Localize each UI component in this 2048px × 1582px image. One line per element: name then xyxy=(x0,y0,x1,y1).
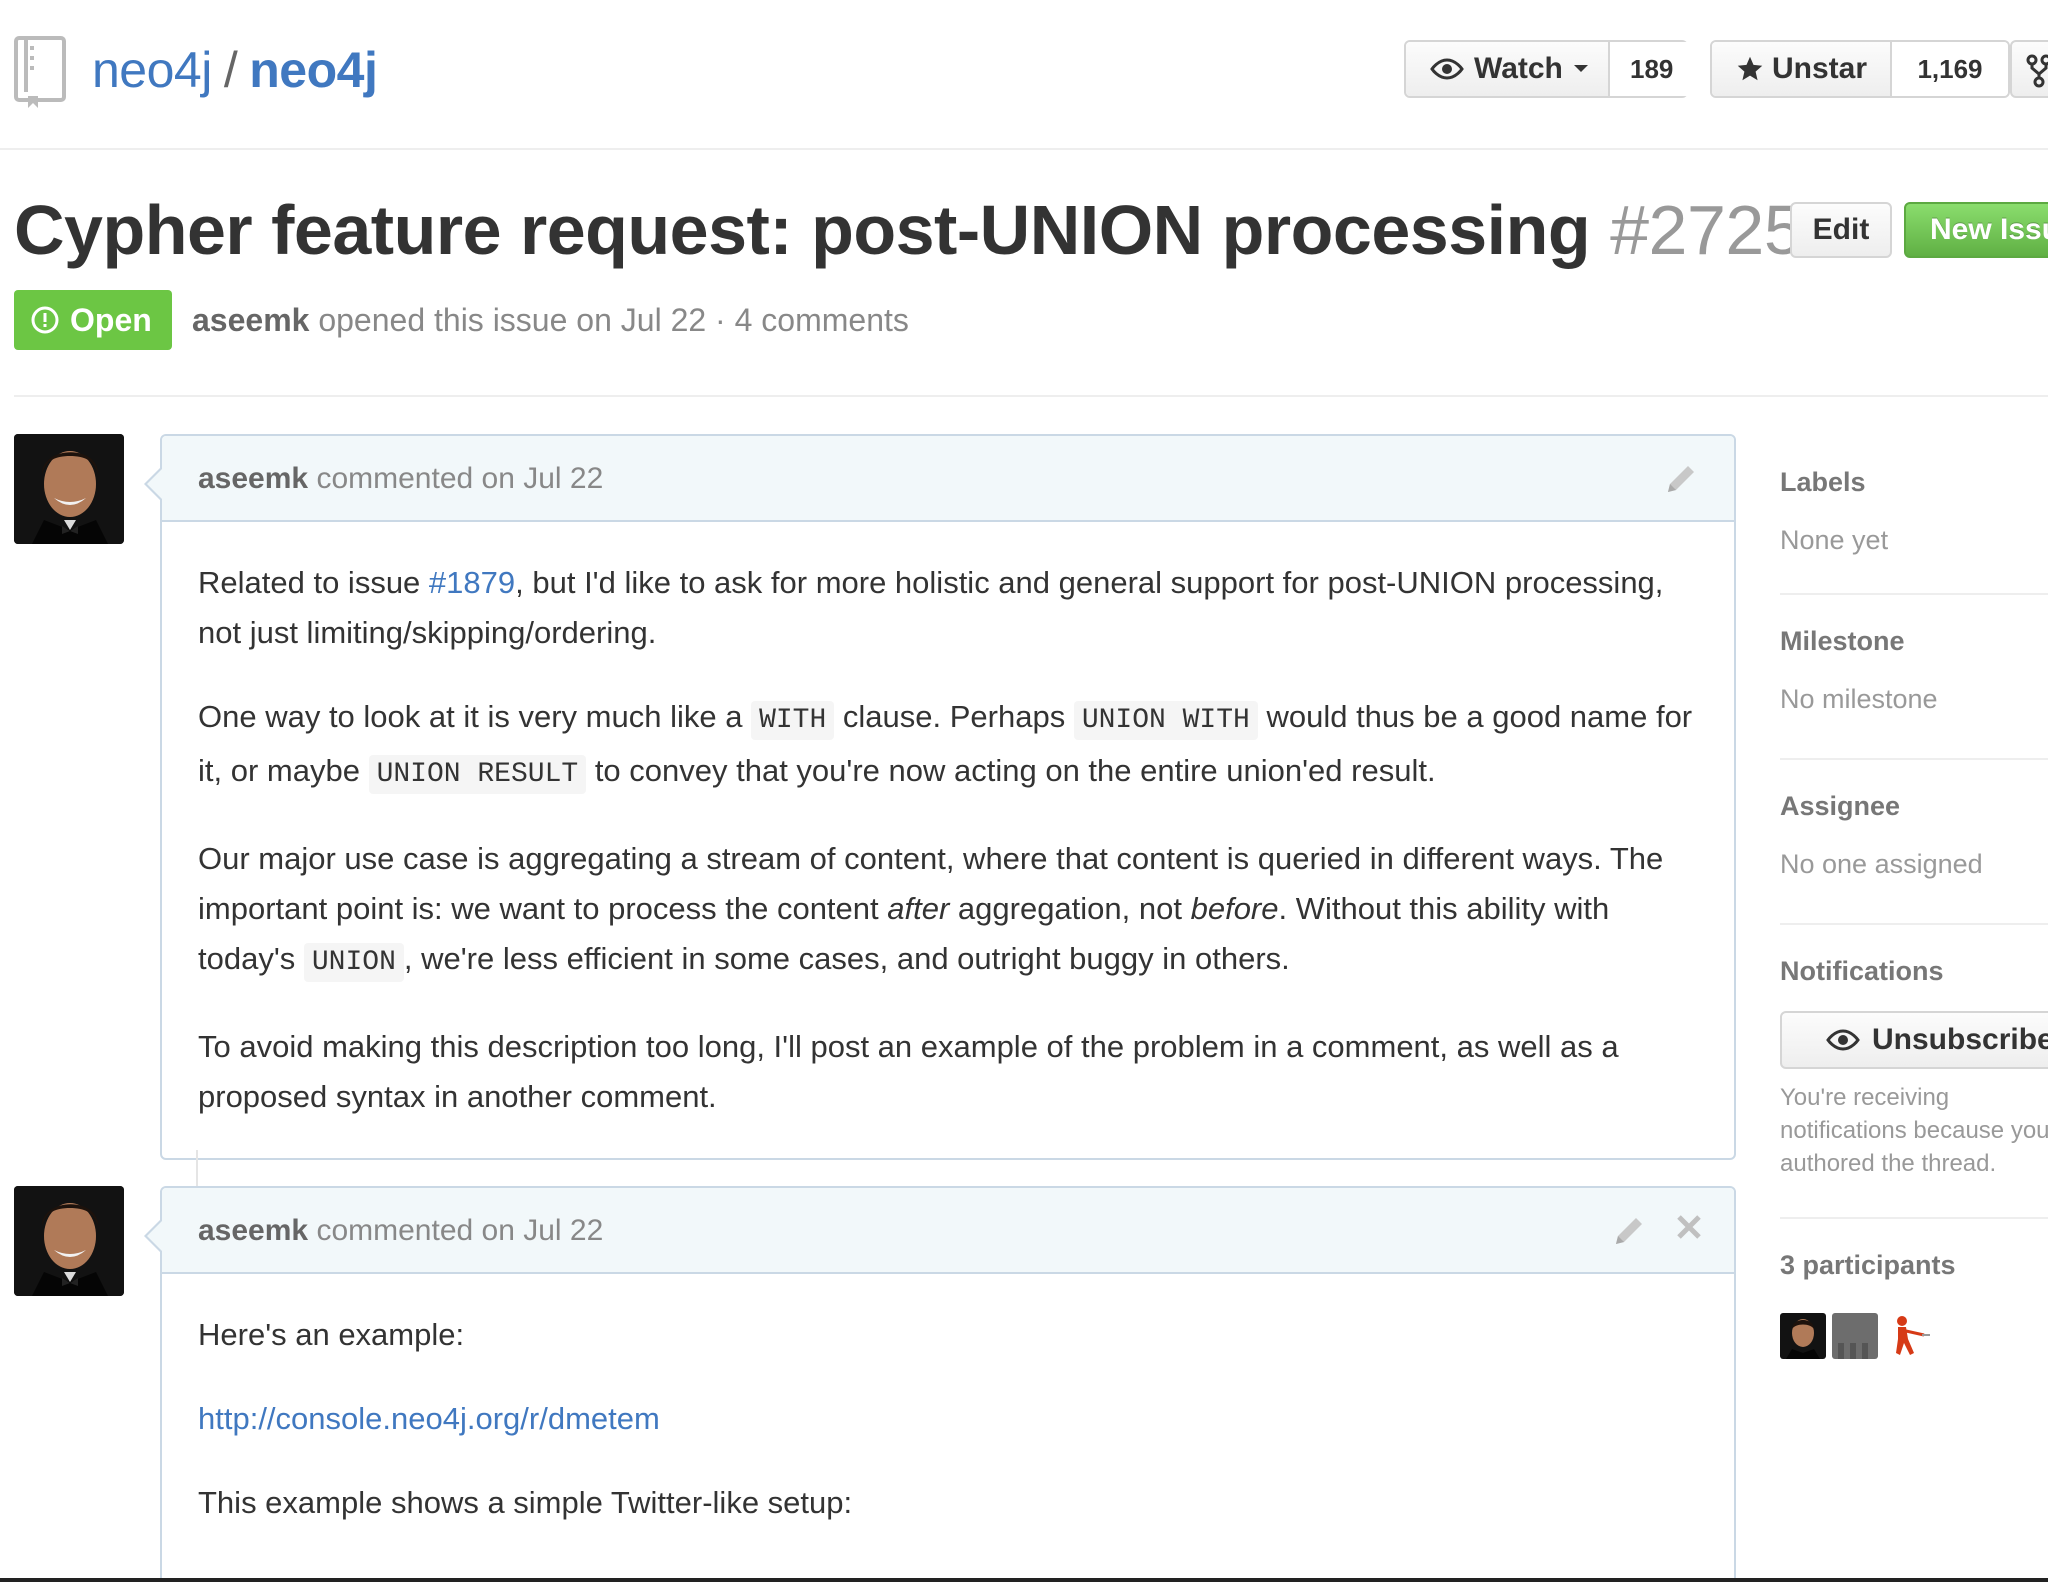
repo-icon xyxy=(14,36,70,110)
watch-button-group: Watch 189 xyxy=(1404,40,1694,98)
comment-paragraph: http://console.neo4j.org/r/dmetem xyxy=(198,1394,1698,1444)
participants-heading: 3 participants xyxy=(1780,1250,1956,1280)
comment-paragraph: Our major use case is aggregating a stre… xyxy=(198,834,1698,988)
assignee-heading[interactable]: Assignee xyxy=(1780,788,2048,824)
text-run: clause. Perhaps xyxy=(834,699,1074,734)
repo-header: neo4j / neo4j Watch 189 Unstar 1,169 xyxy=(0,0,2048,150)
comment-pointer xyxy=(144,1218,163,1254)
comment-body: Here's an example: http://console.neo4j.… xyxy=(162,1274,1734,1564)
comment-paragraph: Related to issue #1879, but I'd like to … xyxy=(198,558,1698,658)
comment-header: aseemk commented on Jul 22 xyxy=(162,436,1734,522)
participant-avatar[interactable] xyxy=(1884,1313,1930,1359)
unsubscribe-label: Unsubscribe xyxy=(1872,1023,2048,1056)
labels-section: Labels None yet xyxy=(1780,440,2048,595)
comment-author-link[interactable]: aseemk xyxy=(198,1214,308,1247)
comment-paragraph: One way to look at it is very much like … xyxy=(198,692,1698,800)
notifications-heading: Notifications xyxy=(1780,956,1944,986)
header-divider xyxy=(14,395,2048,397)
labels-value: None yet xyxy=(1780,525,1889,555)
console-link[interactable]: http://console.neo4j.org/r/dmetem xyxy=(198,1401,660,1436)
issue-state-badge: Open xyxy=(14,290,172,350)
assignee-value: No one assigned xyxy=(1780,849,1983,879)
avatar[interactable] xyxy=(14,1186,124,1296)
issue-title: Cypher feature request: post-UNION proce… xyxy=(14,188,1803,272)
text-run: , we're less efficient in some cases, an… xyxy=(403,941,1290,976)
pencil-icon[interactable] xyxy=(1664,462,1698,501)
star-icon xyxy=(1736,55,1764,83)
comment-action: commented xyxy=(316,1214,474,1247)
fork-button[interactable] xyxy=(2010,40,2048,98)
pencil-icon[interactable] xyxy=(1612,1214,1646,1253)
issue-meta: aseemk opened this issue on Jul 22 · 4 c… xyxy=(192,300,909,340)
issue-opened-icon xyxy=(30,305,60,335)
bottom-border xyxy=(0,1578,2048,1582)
text-run: aggregation, not xyxy=(949,891,1191,926)
inline-code: UNION RESULT xyxy=(368,755,587,794)
caret-down-icon xyxy=(1573,64,1589,74)
participant-avatar[interactable] xyxy=(1832,1313,1878,1359)
inline-code: WITH xyxy=(751,701,835,740)
issue-state-label: Open xyxy=(70,301,152,338)
comment-header: aseemk commented on Jul 22 xyxy=(162,1188,1734,1274)
avatar[interactable] xyxy=(14,434,124,544)
comment: aseemk commented on Jul 22 Here's an exa… xyxy=(144,1186,1736,1582)
participant-avatar[interactable] xyxy=(1780,1313,1826,1359)
comment-paragraph: Here's an example: xyxy=(198,1317,465,1352)
unsubscribe-button[interactable]: Unsubscribe xyxy=(1780,1011,2048,1069)
notifications-section: Notifications Unsubscribe You're receivi… xyxy=(1780,925,2048,1219)
comment-date-link[interactable]: on Jul 22 xyxy=(482,1214,604,1247)
comment-body: Related to issue #1879, but I'd like to … xyxy=(162,522,1734,1158)
issue-sidebar: Labels None yet Milestone No milestone A… xyxy=(1780,440,2048,1359)
emphasis: after xyxy=(887,891,950,926)
comment-paragraph: To avoid making this description too lon… xyxy=(198,1029,1619,1114)
assignee-section: Assignee No one assigned xyxy=(1780,760,2048,925)
issue-title-text: Cypher feature request: post-UNION proce… xyxy=(14,191,1591,269)
watch-label: Watch xyxy=(1474,52,1563,85)
issue-reference-link[interactable]: #1879 xyxy=(429,565,515,600)
watchers-count[interactable]: 189 xyxy=(1610,42,1694,96)
comment-action: commented xyxy=(316,462,474,495)
repo-name-link[interactable]: neo4j xyxy=(249,42,378,98)
issue-number: #2725 xyxy=(1610,191,1803,269)
emphasis: before xyxy=(1190,891,1279,926)
new-issue-button[interactable]: New Issue xyxy=(1904,202,2048,258)
comment-paragraph: This example shows a simple Twitter-like… xyxy=(198,1485,853,1520)
eye-icon xyxy=(1430,58,1464,80)
comment-pointer xyxy=(144,466,163,502)
repo-separator: / xyxy=(223,42,238,98)
eye-icon xyxy=(1826,1029,1860,1051)
text-run: One way to look at it is very much like … xyxy=(198,699,752,734)
repo-title: neo4j / neo4j xyxy=(92,38,378,102)
inline-code: UNION xyxy=(303,943,404,982)
comment: aseemk commented on Jul 22 Related to is… xyxy=(144,434,1736,1160)
milestone-heading[interactable]: Milestone xyxy=(1780,623,2048,659)
text-run: Related to issue xyxy=(198,565,429,600)
issue-author-link[interactable]: aseemk xyxy=(192,302,309,338)
milestone-value: No milestone xyxy=(1780,684,1938,714)
comment-author-link[interactable]: aseemk xyxy=(198,462,308,495)
participants-list xyxy=(1780,1313,2048,1359)
issue-opened-text: opened this issue on Jul 22 · 4 comments xyxy=(318,302,909,338)
comment-byline: aseemk commented on Jul 22 xyxy=(198,460,603,498)
unstar-button[interactable]: Unstar xyxy=(1712,42,1892,96)
inline-code: UNION WITH xyxy=(1073,701,1258,740)
close-icon[interactable] xyxy=(1676,1208,1702,1248)
timeline-connector xyxy=(196,1150,198,1188)
star-button-group: Unstar 1,169 xyxy=(1710,40,2010,98)
text-run: to convey that you're now acting on the … xyxy=(586,753,1436,788)
edit-issue-button[interactable]: Edit xyxy=(1790,202,1892,258)
comment-date-link[interactable]: on Jul 22 xyxy=(482,462,604,495)
milestone-section: Milestone No milestone xyxy=(1780,595,2048,760)
repo-owner-link[interactable]: neo4j xyxy=(92,42,212,98)
stargazers-count[interactable]: 1,169 xyxy=(1892,42,2008,96)
comment-byline: aseemk commented on Jul 22 xyxy=(198,1212,603,1250)
notification-reason: You're receiving notifications because y… xyxy=(1780,1084,2048,1177)
unstar-label: Unstar xyxy=(1772,52,1868,85)
watch-button[interactable]: Watch xyxy=(1406,42,1610,96)
labels-heading[interactable]: Labels xyxy=(1780,464,2048,500)
participants-section: 3 participants xyxy=(1780,1219,2048,1359)
